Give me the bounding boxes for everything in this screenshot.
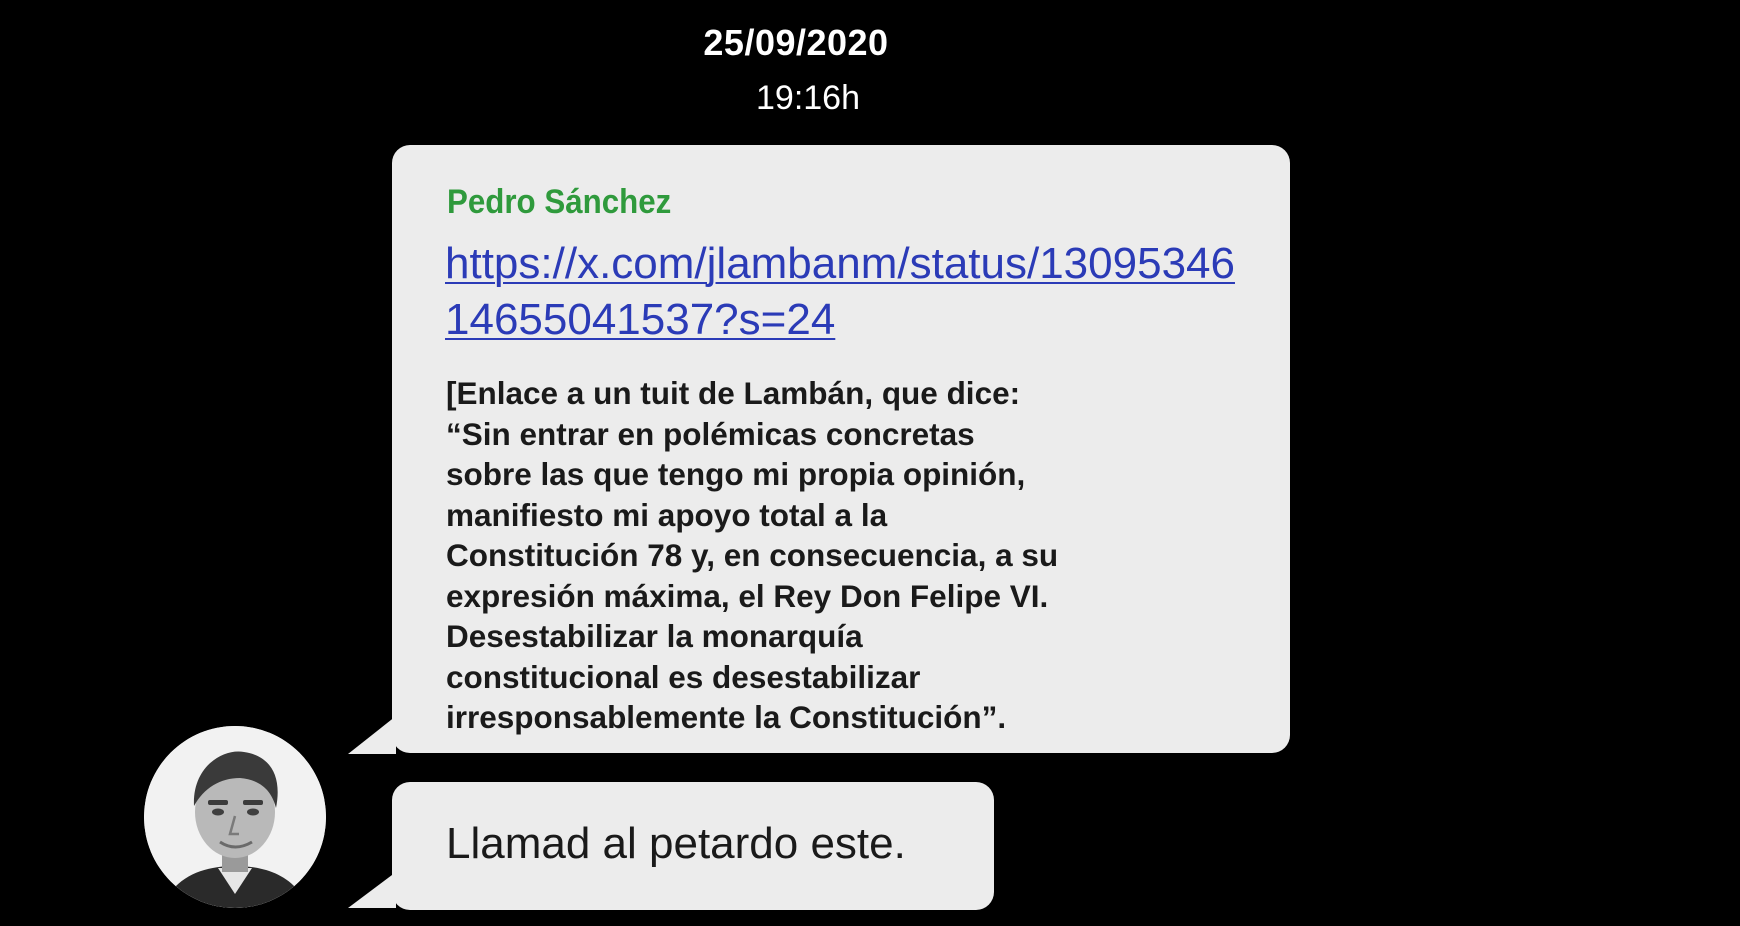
avatar[interactable] [144,726,326,908]
message-link[interactable]: https://x.com/jlambanm/status/1309534614… [445,236,1235,348]
message-bubble-2-tail [348,872,396,908]
message-body: [Enlace a un tuit de Lambán, que dice: “… [446,375,1059,735]
message-bubble-1-tail [348,716,396,754]
sender-name: Pedro Sánchez [447,183,672,221]
message-reply-text: Llamad al petardo este. [446,819,906,868]
message-time: 19:16h [756,79,860,117]
avatar-photo-icon [144,726,326,908]
message-date: 25/09/2020 [703,22,889,63]
